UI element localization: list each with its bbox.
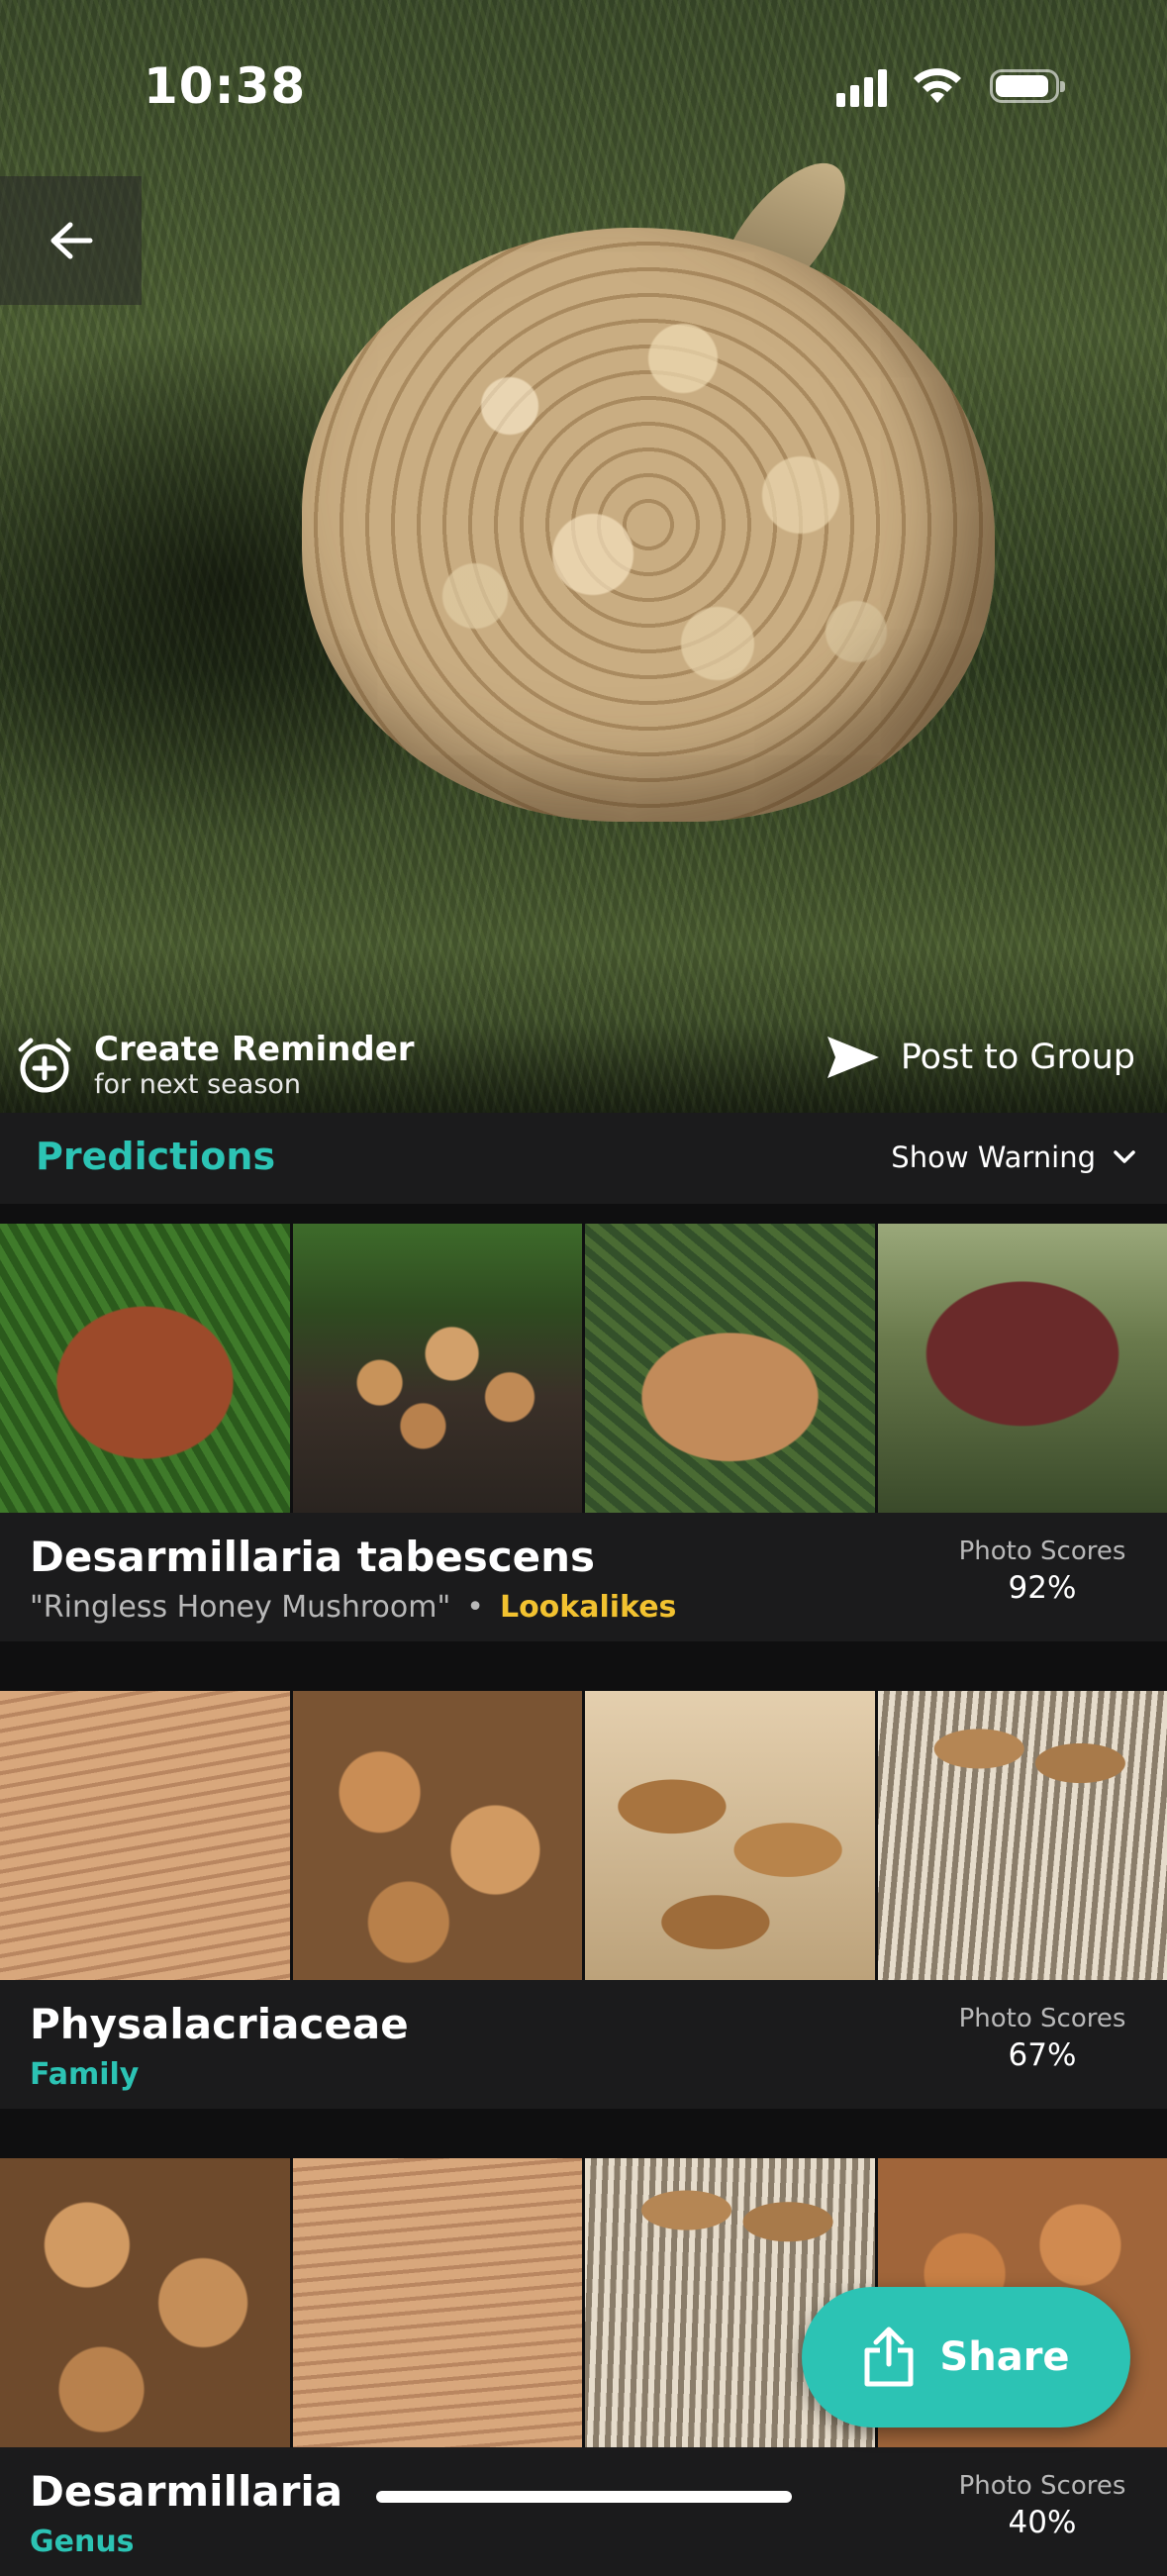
prediction-info[interactable]: Desarmillaria tabescens "Ringless Honey … — [0, 1513, 1167, 1641]
prediction-rank: Genus — [30, 2525, 135, 2559]
wifi-icon — [911, 63, 964, 107]
cellular-signal-icon — [836, 67, 887, 107]
send-icon — [826, 1035, 881, 1080]
photo-score: Photo Scores 67% — [943, 2004, 1141, 2073]
show-warning-toggle[interactable]: Show Warning — [891, 1140, 1135, 1174]
prediction-thumbnail[interactable] — [0, 2158, 290, 2447]
photo-score-label: Photo Scores — [943, 2471, 1141, 2501]
prediction-image-strip[interactable] — [0, 1691, 1167, 1980]
prediction-subtitle: "Ringless Honey Mushroom" • Lookalikes — [30, 1590, 676, 1625]
prediction-image-strip[interactable] — [0, 1224, 1167, 1513]
photo-score-value: 40% — [943, 2505, 1141, 2540]
post-to-group-label: Post to Group — [901, 1038, 1135, 1077]
post-to-group-button[interactable]: Post to Group — [826, 1035, 1135, 1080]
prediction-name: Desarmillaria tabescens — [30, 1533, 595, 1581]
status-bar: 10:38 — [0, 50, 1167, 129]
share-button[interactable]: Share — [802, 2287, 1130, 2427]
prediction-name: Desarmillaria — [30, 2467, 342, 2516]
photo-score: Photo Scores 92% — [943, 1536, 1141, 1606]
separator-dot: • — [466, 1590, 484, 1625]
share-icon — [862, 2327, 916, 2388]
chevron-down-icon — [1114, 1150, 1135, 1164]
observation-photo[interactable] — [0, 0, 1167, 1113]
prediction-card[interactable]: Physalacriaceae Family Photo Scores 67% — [0, 1691, 1167, 2109]
prediction-thumbnail[interactable] — [585, 1224, 875, 1513]
prediction-thumbnail[interactable] — [293, 1224, 583, 1513]
lookalikes-link[interactable]: Lookalikes — [500, 1590, 676, 1625]
prediction-name: Physalacriaceae — [30, 2000, 409, 2048]
prediction-thumbnail[interactable] — [0, 1224, 290, 1513]
battery-icon — [990, 69, 1059, 103]
prediction-thumbnail[interactable] — [0, 1691, 290, 1980]
prediction-thumbnail[interactable] — [293, 1691, 583, 1980]
create-reminder-button[interactable]: Create Reminder for next season — [15, 1030, 415, 1101]
status-time: 10:38 — [144, 57, 306, 115]
home-indicator[interactable] — [376, 2491, 792, 2503]
prediction-thumbnail[interactable] — [585, 1691, 875, 1980]
alarm-plus-icon — [15, 1036, 74, 1095]
photo-mushroom-cluster — [302, 228, 995, 822]
prediction-thumbnail[interactable] — [878, 1224, 1167, 1513]
reminder-subtitle: for next season — [94, 1069, 415, 1101]
common-name: "Ringless Honey Mushroom" — [30, 1590, 450, 1625]
photo-score-label: Photo Scores — [943, 2004, 1141, 2033]
photo-score-value: 67% — [943, 2037, 1141, 2073]
back-button[interactable] — [0, 176, 142, 305]
photo-score-label: Photo Scores — [943, 1536, 1141, 1566]
prediction-rank: Family — [30, 2057, 139, 2092]
predictions-title: Predictions — [36, 1135, 275, 1178]
prediction-thumbnail[interactable] — [293, 2158, 583, 2447]
share-label: Share — [939, 2334, 1069, 2380]
prediction-info[interactable]: Desarmillaria Genus Photo Scores 40% — [0, 2447, 1167, 2576]
reminder-title: Create Reminder — [94, 1030, 415, 1069]
prediction-thumbnail[interactable] — [878, 1691, 1167, 1980]
prediction-card[interactable]: Desarmillaria tabescens "Ringless Honey … — [0, 1224, 1167, 1641]
back-arrow-icon — [49, 221, 94, 260]
predictions-header: Predictions Show Warning — [0, 1113, 1167, 1204]
prediction-info[interactable]: Physalacriaceae Family Photo Scores 67% — [0, 1980, 1167, 2109]
show-warning-label: Show Warning — [891, 1140, 1096, 1174]
photo-score-value: 92% — [943, 1570, 1141, 1606]
